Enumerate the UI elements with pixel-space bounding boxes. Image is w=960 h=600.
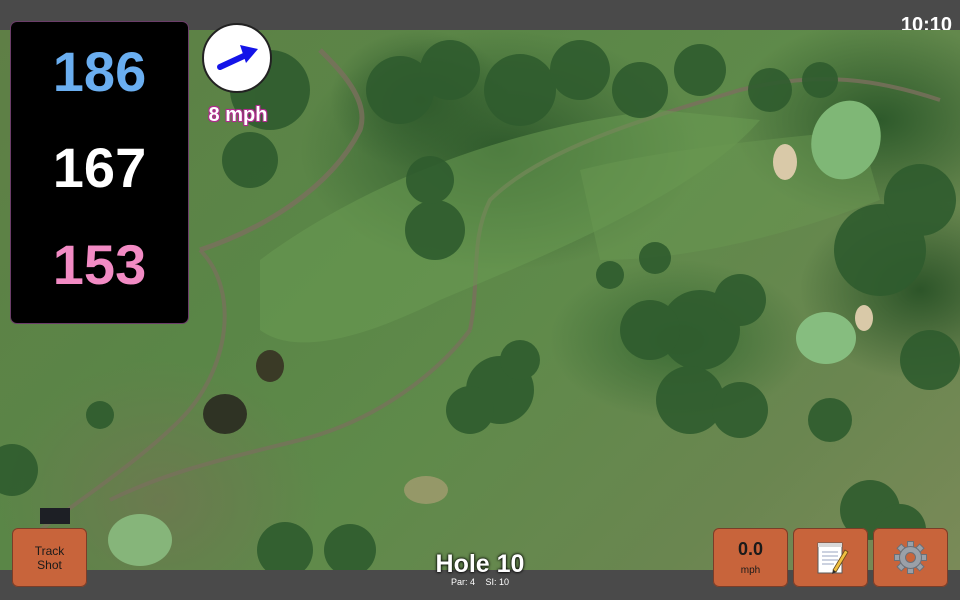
hole-stroke-index: SI: 10 <box>485 577 510 587</box>
speed-unit: mph <box>740 565 761 576</box>
distance-panel[interactable]: 186 167 153 <box>11 22 188 323</box>
hole-title: Hole 10 <box>435 550 525 578</box>
speed-button[interactable]: 0.0 mph <box>713 528 788 587</box>
wind-speed: 8 mph <box>208 104 268 126</box>
notes-button[interactable] <box>793 528 868 587</box>
hole-info: Par: 4 SI: 10 <box>380 577 580 587</box>
track-shot-button[interactable]: Track Shot <box>12 528 87 587</box>
settings-button[interactable] <box>873 528 948 587</box>
track-shot-label: Track Shot <box>34 544 65 572</box>
middle-distance: 167 <box>52 136 147 199</box>
wind-arrow-icon <box>217 45 258 70</box>
wind-direction-indicator <box>202 23 272 93</box>
golf-gps-screen: 10:10 186 167 153 8 mph Track Shot Hole … <box>0 0 960 600</box>
front-distance: 153 <box>52 233 147 296</box>
notepad-icon <box>817 542 849 574</box>
hole-par: Par: 4 <box>450 577 475 587</box>
gear-icon <box>894 541 927 574</box>
back-distance: 186 <box>52 40 147 103</box>
speed-value: 0.0 <box>737 539 764 559</box>
